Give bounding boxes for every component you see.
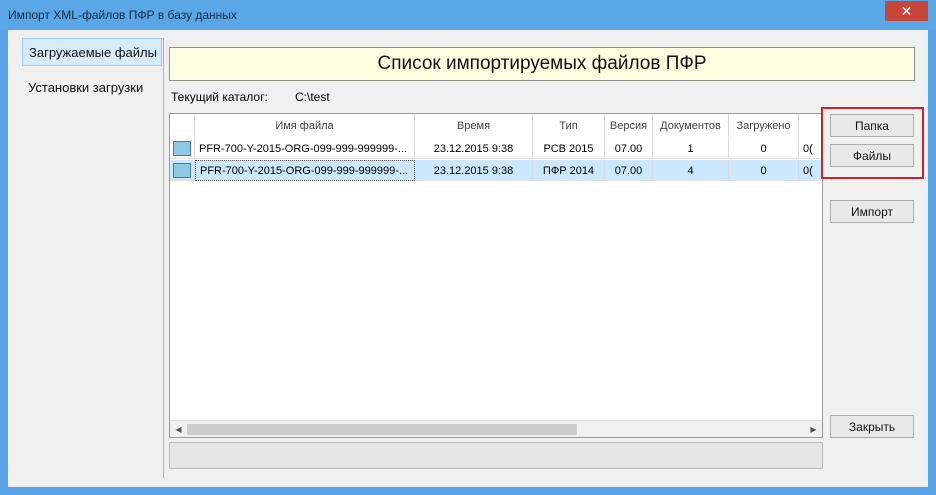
sidebar-item-loaded-files[interactable]: Загружаемые файлы: [22, 38, 162, 66]
sidebar-item-label: Установки загрузки: [28, 80, 144, 95]
extra-cell: 0(: [799, 160, 822, 181]
time-cell: 23.12.2015 9:38: [415, 160, 533, 181]
row-color-cell: [170, 138, 195, 159]
sidebar-item-load-settings[interactable]: Установки загрузки: [22, 74, 162, 102]
close-button[interactable]: Закрыть: [830, 415, 914, 438]
folder-button[interactable]: Папка: [830, 114, 914, 137]
loaded-cell: 0: [729, 138, 799, 159]
current-dir-value: C:\test: [295, 90, 330, 104]
scrollbar-thumb[interactable]: [187, 424, 577, 435]
column-header-color[interactable]: [170, 114, 195, 137]
color-swatch: [173, 141, 191, 156]
table-row[interactable]: PFR-700-Y-2015-ORG-099-999-999999-... 23…: [170, 160, 822, 181]
color-swatch: [173, 163, 191, 178]
status-bar: [169, 442, 823, 469]
column-header-time[interactable]: Время: [415, 114, 533, 137]
app-window: Импорт XML-файлов ПФР в базу данных ✕ За…: [0, 0, 936, 495]
version-cell: 07.00: [605, 160, 653, 181]
column-header-version[interactable]: Версия: [605, 114, 653, 137]
files-button[interactable]: Файлы: [830, 144, 914, 167]
row-color-cell: [170, 160, 195, 181]
sidebar-item-label: Загружаемые файлы: [29, 45, 157, 60]
dialog-body: Загружаемые файлы Установки загрузки Спи…: [8, 30, 928, 487]
window-title: Импорт XML-файлов ПФР в базу данных: [8, 8, 237, 22]
filename-cell: PFR-700-Y-2015-ORG-099-999-999999-...: [195, 138, 415, 159]
column-header-loaded[interactable]: Загружено: [729, 114, 799, 137]
files-table: Имя файла Время Тип Версия Документов За…: [169, 113, 823, 438]
import-button[interactable]: Импорт: [830, 200, 914, 223]
column-header-filename[interactable]: Имя файла: [195, 114, 415, 137]
horizontal-scrollbar[interactable]: ◀ ▶: [170, 420, 822, 437]
column-header-extra[interactable]: [799, 114, 822, 137]
current-dir-label: Текущий каталог:: [171, 90, 268, 104]
filename-cell: PFR-700-Y-2015-ORG-099-999-999999-...: [195, 160, 415, 181]
version-cell: 07.00: [605, 138, 653, 159]
scroll-left-icon[interactable]: ◀: [170, 421, 187, 437]
loaded-cell: 0: [729, 160, 799, 181]
documents-cell: 4: [653, 160, 729, 181]
table-row[interactable]: PFR-700-Y-2015-ORG-099-999-999999-... 23…: [170, 138, 822, 159]
close-window-button[interactable]: ✕: [885, 1, 928, 21]
close-icon: ✕: [900, 2, 913, 19]
title-bar: Импорт XML-файлов ПФР в базу данных ✕: [0, 0, 936, 30]
table-header: Имя файла Время Тип Версия Документов За…: [170, 114, 822, 137]
scroll-right-icon[interactable]: ▶: [805, 421, 822, 437]
documents-cell: 1: [653, 138, 729, 159]
type-cell: РСВ 2015: [533, 138, 605, 159]
type-cell: ПФР 2014: [533, 160, 605, 181]
column-header-documents[interactable]: Документов: [653, 114, 729, 137]
extra-cell: 0(: [799, 138, 822, 159]
page-title: Список импортируемых файлов ПФР: [169, 47, 915, 81]
column-header-type[interactable]: Тип: [533, 114, 605, 137]
time-cell: 23.12.2015 9:38: [415, 138, 533, 159]
sidebar-nav: Загружаемые файлы Установки загрузки: [22, 38, 164, 478]
